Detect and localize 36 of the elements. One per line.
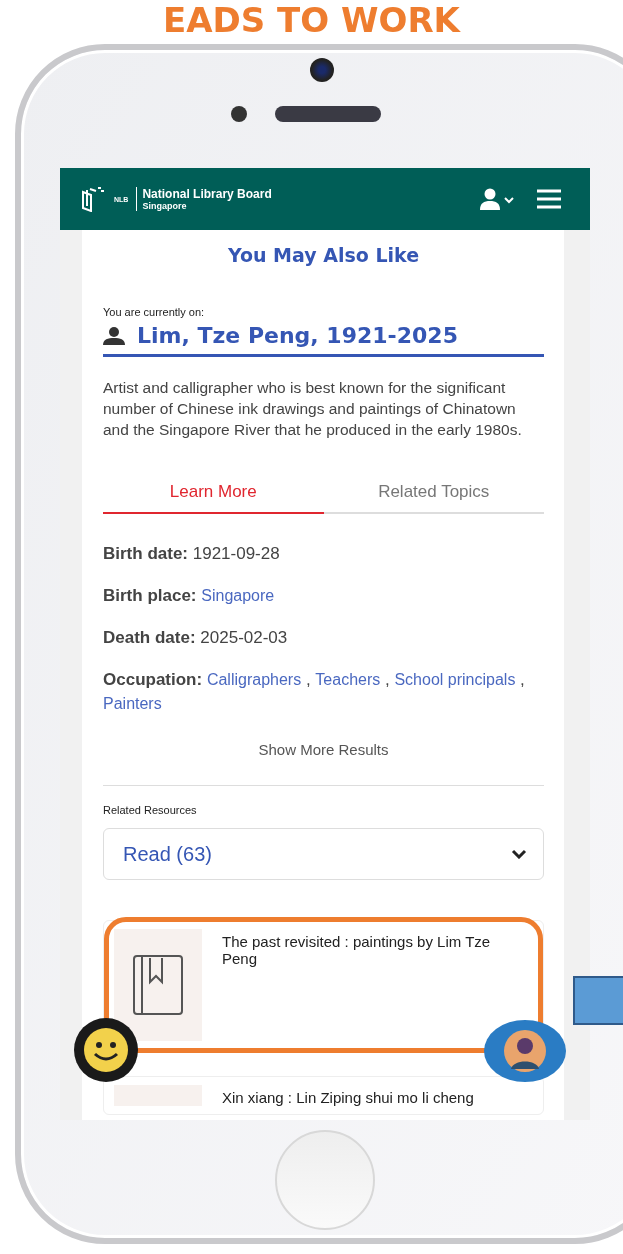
description: Artist and calligrapher who is best known for the significant number of Chinese ink drawings and paintings of Chinatown and the Singapore River that he produced in the early 1980s. [103,378,523,440]
smiley-icon [82,1026,130,1074]
camera-icon [310,58,334,82]
resource-title: Xin xiang : Lin Ziping shui mo li cheng [222,1089,474,1106]
sensor-icon [231,106,247,122]
show-more-button[interactable]: Show More Results [252,740,395,759]
brand-name: National Library Board [142,187,272,201]
fact-link[interactable]: Calligraphers [206,671,302,688]
menu-icon[interactable] [536,189,562,209]
speaker-icon [275,106,381,122]
tab[interactable]: Related Topics [323,476,544,514]
related-label: Related Resources [103,804,198,816]
book-logo-icon [80,186,106,212]
person-name: Lim, Tze Peng, 1921-2025 [137,323,458,348]
fact-line: Birth date: 1921-09-28 [103,543,281,565]
person-icon [103,326,125,345]
fact-link[interactable]: Teachers [315,671,381,688]
resource-select[interactable]: Read (63) [103,828,544,880]
resource-card[interactable]: The past revisited : paintings by Lim Tze Peng [103,920,544,1050]
fact-line: Birth place: Singapore [103,585,276,607]
fact-line: Occupation: Calligraphers , Teachers , School principals , Painters [103,669,526,714]
resource-card[interactable]: Xin xiang : Lin Ziping shui mo li cheng [103,1076,544,1115]
avatar-icon [503,1029,547,1073]
chevron-down-icon [511,849,527,859]
banner-heading: EADS TO WORK [162,0,462,40]
current-label: You are currently on: [103,306,206,318]
fact-line: Death date: 2025-02-03 [103,627,289,649]
user-menu-icon[interactable] [480,188,516,210]
resource-title: The past revisited : paintings by Lim Tze Peng [222,933,492,967]
brand-subtitle: Singapore [142,201,188,211]
tab[interactable]: Learn More [103,476,324,514]
fact-link[interactable]: Singapore [201,587,275,604]
fact-link[interactable]: School principals [394,671,516,688]
section-title: You May Also Like [226,244,421,266]
fact-link[interactable]: Painters [103,695,162,712]
book-icon [132,954,184,1016]
